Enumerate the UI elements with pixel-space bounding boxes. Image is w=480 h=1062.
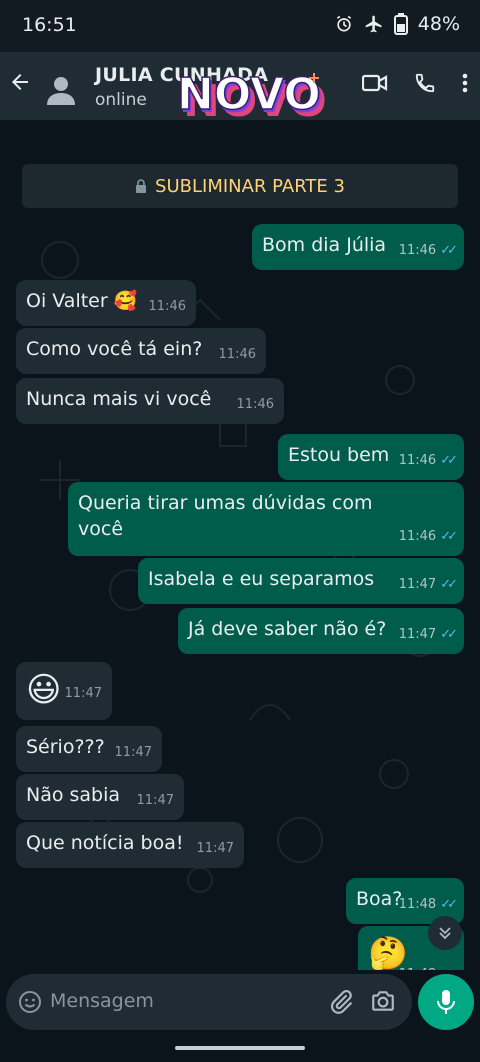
message-time: 11:47 [398, 627, 437, 642]
message-text: Como você tá ein? [26, 338, 203, 360]
message-text: Isabela e eu separamos [148, 568, 375, 590]
message-bubble-outgoing[interactable]: Estou bem 11:46 ✓✓ [278, 434, 464, 480]
message-text: Não sabia [26, 784, 121, 806]
status-icons: 48% [334, 13, 460, 35]
gesture-nav-bar[interactable] [175, 1046, 305, 1050]
alarm-icon [336, 15, 351, 32]
message-bubble-outgoing[interactable]: Bom dia Júlia 11:46 ✓✓ [252, 224, 464, 270]
message-time: 11:46 [218, 347, 256, 362]
message-text: Estou bem [288, 444, 390, 466]
camera-icon[interactable] [370, 988, 396, 1014]
message-emoji: 😃 [26, 670, 62, 710]
novo-badge: NOVO NOVO NOVO [176, 68, 325, 127]
pinned-banner[interactable]: SUBLIMINAR PARTE 3 [22, 164, 458, 208]
message-bubble-incoming[interactable]: Não sabia 11:47 [16, 774, 184, 820]
message-text: Boa? [356, 888, 403, 910]
battery-level: 48% [417, 13, 460, 35]
message-time: 11:48 [399, 956, 436, 970]
message-bubble-outgoing[interactable]: Isabela e eu separamos 11:47 ✓✓ [138, 558, 464, 604]
message-text: Já deve saber não é? [188, 618, 387, 640]
message-bubble-incoming[interactable]: Nunca mais vi você 11:46 [16, 378, 284, 424]
message-meta: 11:47 ✓✓ [398, 572, 458, 598]
scroll-to-bottom-button[interactable] [428, 916, 462, 950]
message-meta: 11:48 ✓✓ [399, 956, 458, 970]
message-time: 11:47 [114, 745, 152, 760]
message-meta: 11:46 [219, 342, 256, 368]
message-bubble-incoming[interactable]: Oi Valter 🥰 11:46 [16, 280, 196, 326]
airplane-icon [365, 15, 382, 33]
message-meta: 11:46 ✓✓ [398, 524, 458, 550]
message-bubble-incoming[interactable]: Que notícia boa! 11:47 [16, 822, 244, 868]
message-time: 11:46 [398, 529, 437, 544]
message-time: 11:47 [196, 841, 234, 856]
message-composer: Mensagem [6, 974, 412, 1030]
avatar[interactable] [44, 72, 78, 106]
message-time: 11:47 [136, 793, 174, 808]
message-time: 11:46 [236, 397, 274, 412]
message-text: Nunca mais vi você [26, 388, 212, 410]
microphone-icon [437, 990, 455, 1014]
read-ticks-icon: ✓✓ [440, 627, 458, 642]
back-arrow-icon[interactable] [8, 70, 32, 94]
message-time: 11:46 [148, 299, 186, 314]
chat-area[interactable]: SUBLIMINAR PARTE 3 Bom dia Júlia 11:46 ✓✓… [0, 120, 480, 970]
message-meta: 11:46 ✓✓ [398, 238, 458, 264]
read-ticks-icon: ✓✓ [440, 453, 458, 468]
message-meta: 11:46 ✓✓ [398, 448, 458, 474]
message-meta: 11:47 [197, 836, 234, 862]
message-bubble-incoming[interactable]: Como você tá ein? 11:46 [16, 328, 266, 374]
contact-status: online [95, 90, 147, 110]
lock-icon [136, 179, 147, 193]
message-time: 11:47 [64, 686, 102, 701]
message-time: 11:46 [398, 453, 437, 468]
more-options-icon[interactable] [462, 72, 468, 94]
message-time: 11:46 [398, 243, 437, 258]
pinned-text: SUBLIMINAR PARTE 3 [155, 175, 345, 197]
header-actions [362, 72, 468, 94]
read-ticks-icon: ✓✓ [440, 956, 458, 970]
message-meta: 11:47 [65, 674, 102, 714]
message-bubble-outgoing[interactable]: Queria tirar umas dúvidas com você 11:46… [68, 482, 464, 556]
read-ticks-icon: ✓✓ [440, 529, 458, 544]
message-bubble-incoming[interactable]: 😃 11:47 [16, 662, 112, 720]
message-time: 11:48 [398, 897, 437, 912]
video-call-icon[interactable] [362, 72, 388, 94]
message-text: Que notícia boa! [26, 832, 184, 854]
read-ticks-icon: ✓✓ [440, 577, 458, 592]
double-chevron-down-icon [439, 927, 451, 940]
message-meta: 11:47 [137, 788, 174, 814]
message-bubble-incoming[interactable]: Sério??? 11:47 [16, 726, 162, 772]
emoji-icon[interactable] [18, 990, 42, 1014]
message-text: Oi Valter 🥰 [26, 290, 138, 312]
message-time: 11:47 [398, 577, 437, 592]
message-text: Bom dia Júlia [262, 234, 387, 256]
message-meta: 11:46 [149, 294, 186, 320]
message-text: Queria tirar umas dúvidas com você [78, 492, 373, 540]
message-meta: 11:47 [115, 740, 152, 766]
message-meta: 11:47 ✓✓ [398, 622, 458, 648]
message-text: Sério??? [26, 736, 105, 758]
battery-icon [393, 13, 408, 35]
message-input[interactable]: Mensagem [50, 990, 154, 1012]
phone-call-icon[interactable] [414, 72, 436, 94]
message-meta: 11:48✓✓ [398, 892, 458, 918]
status-time: 16:51 [22, 14, 77, 36]
svg-text:NOVO: NOVO [177, 69, 321, 120]
attach-icon[interactable] [328, 988, 354, 1016]
message-meta: 11:46 [237, 392, 274, 418]
read-ticks-icon: ✓✓ [440, 897, 458, 912]
voice-record-button[interactable] [418, 974, 474, 1030]
read-ticks-icon: ✓✓ [440, 243, 458, 258]
message-bubble-outgoing[interactable]: Já deve saber não é? 11:47 ✓✓ [178, 608, 464, 654]
status-bar: 16:51 48% [0, 0, 480, 52]
